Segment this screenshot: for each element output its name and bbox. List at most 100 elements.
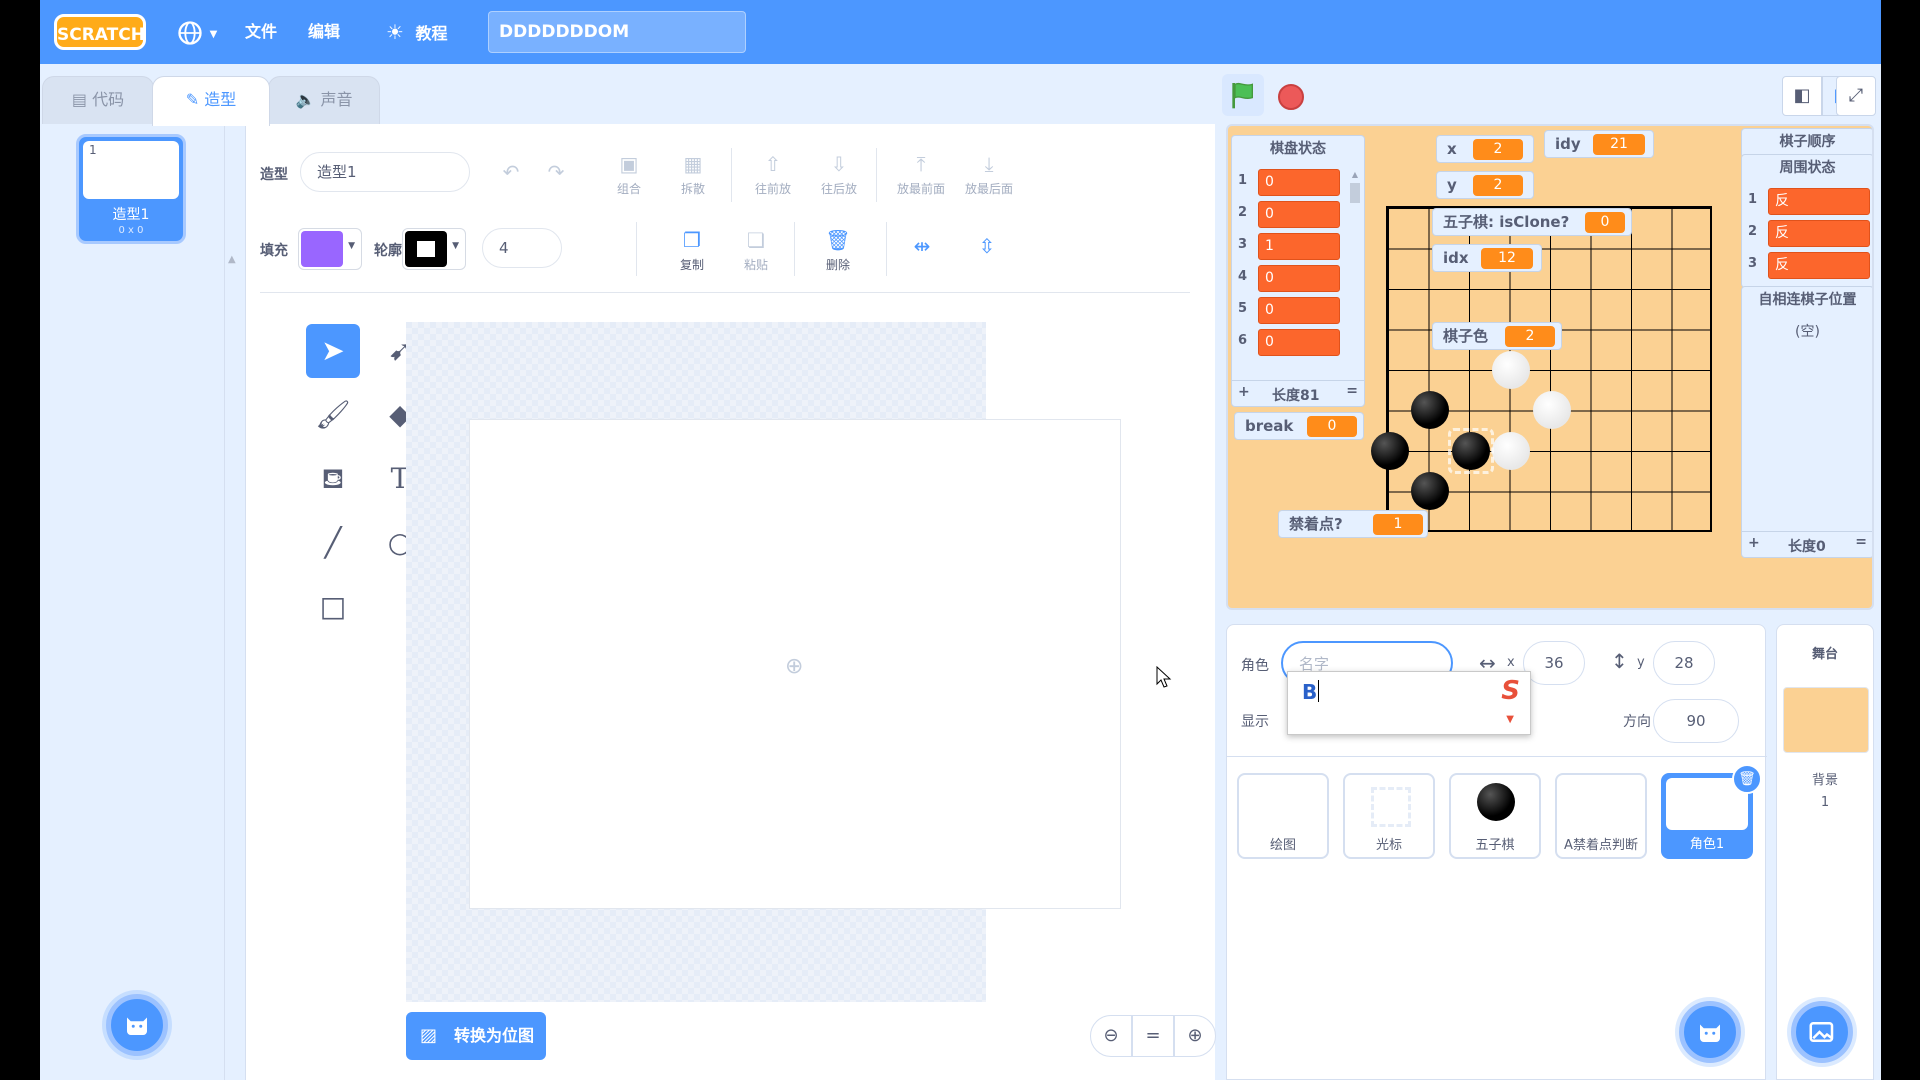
chevron-down-icon[interactable]: ▼ [1506,714,1514,725]
paint-canvas-area[interactable]: ⊕ [406,322,1121,1002]
outline-label: 轮廓 [374,243,402,259]
list-value[interactable]: 0 [1258,297,1340,324]
costume-name-input[interactable]: 造型1 [300,152,470,192]
resize-handle[interactable]: = [1346,383,1358,399]
green-flag-button[interactable] [1222,74,1264,116]
zoom-out-button[interactable]: ⊖ [1090,1015,1132,1057]
file-menu[interactable]: 文件 [245,0,277,64]
cat-add-icon [1700,1024,1720,1042]
var-monitor-forbidden: 禁着点? 1 [1278,510,1428,538]
var-monitor-idy: idy 21 [1544,130,1654,158]
sprite-tile[interactable]: 角色1 🗑 [1661,764,1762,859]
flip-horizontal-button[interactable]: ⇹ [897,234,947,262]
chevron-down-icon: ▼ [209,29,218,40]
tutorials-label: 教程 [415,24,448,43]
artboard[interactable]: ⊕ [469,419,1121,909]
front-icon: ⤒ [916,152,926,176]
rectangle-tool[interactable]: □ [306,580,360,634]
tutorials-menu[interactable]: ☀ 教程 [386,0,448,64]
var-value: 0 [1585,212,1625,233]
select-tool[interactable]: ➤ [306,324,360,378]
cursor-frame-icon [1371,787,1411,827]
scratch-editor: SCRATCH ▼ 文件 编辑 ☀ 教程 DDDDDDDOM ▤ 代码 ✎ 造型… [40,0,1881,1080]
list-value[interactable]: 0 [1258,265,1340,292]
backdrop-add-icon [1809,1022,1834,1042]
sprite-tile[interactable]: 绘图 [1237,773,1329,859]
y-input[interactable]: 28 [1653,641,1715,685]
add-item-button[interactable]: + [1238,384,1250,400]
copy-button[interactable]: ❐ 复制 [667,228,717,273]
fill-label: 填充 [260,243,288,259]
group-button[interactable]: ▣ 组合 [604,152,654,197]
costume-item[interactable]: 1 造型1 0 x 0 [76,134,186,244]
list-index: 3 [1748,256,1758,271]
list-value[interactable]: 1 [1258,233,1340,260]
backdrop-label: 背景 [1811,773,1838,788]
small-stage-button[interactable]: ◧ [1782,76,1822,116]
ungroup-button[interactable]: ▦ 拆散 [668,152,718,197]
var-label: y [1447,176,1457,194]
delete-sprite-button[interactable]: 🗑 [1732,764,1762,794]
stop-button[interactable] [1278,84,1304,110]
flip-vertical-button[interactable]: ⇳ [962,234,1012,262]
tab-code[interactable]: ▤ 代码 [42,76,154,124]
edit-menu[interactable]: 编辑 [308,0,340,64]
backdrop-count: 1 [1820,795,1830,810]
var-value: 0 [1307,416,1357,437]
backward-button[interactable]: ⇩ 往后放 [814,152,864,197]
list-monitor-surround: 周围状态 1反 2反 3反 [1741,154,1872,288]
small-stage-icon: ◧ [1793,85,1811,106]
resize-handle[interactable]: = [1855,534,1867,550]
convert-bitmap-button[interactable]: ▨ 转换为位图 [406,1012,546,1060]
outline-color-picker[interactable]: ▼ [402,228,466,270]
tab-costumes[interactable]: ✎ 造型 [152,76,270,126]
direction-input[interactable]: 90 [1653,699,1739,743]
language-menu[interactable]: ▼ [176,0,217,64]
paste-button[interactable]: ❏ 粘贴 [731,228,781,273]
list-value[interactable]: 0 [1258,169,1340,196]
var-value: 21 [1593,134,1645,155]
choose-costume-button[interactable] [106,994,168,1056]
zoom-reset-button[interactable]: = [1132,1015,1174,1057]
sprite-name: 五子棋 [1475,838,1515,853]
delete-button[interactable]: 🗑 删除 [813,228,863,273]
forward-icon: ⇧ [764,152,782,176]
scroll-up-arrow[interactable]: ▲ [228,254,236,265]
stage-selector[interactable]: 舞台 背景 1 [1776,624,1874,1080]
undo-icon: ↶ [502,160,520,184]
scratch-logo[interactable]: SCRATCH [54,14,146,50]
zoom-in-button[interactable]: ⊕ [1174,1015,1216,1057]
sprite-tile[interactable]: 五子棋 [1449,773,1541,859]
project-title-input[interactable]: DDDDDDDOM [488,11,746,53]
forward-button[interactable]: ⇧ 往前放 [748,152,798,197]
brush-tool[interactable]: 🖌 [306,388,360,442]
undo-button[interactable]: ↶ [486,160,536,188]
sprite-tile[interactable]: 光标 [1343,773,1435,859]
line-tool[interactable]: ╱ [306,516,360,570]
var-value: 2 [1473,175,1523,196]
front-button[interactable]: ⤒ 放最前面 [886,152,956,197]
fill-tool[interactable]: ⛾ [306,452,360,506]
list-value[interactable]: 0 [1258,329,1340,356]
tab-sounds[interactable]: 🔈 声音 [268,76,380,124]
redo-button[interactable]: ↷ [531,160,581,188]
outline-width-input[interactable]: 4 [482,228,562,268]
list-value[interactable]: 0 [1258,201,1340,228]
list-scrollbar[interactable]: ▲ [1350,170,1360,360]
sprite-tile[interactable]: A禁着点判断 [1555,773,1647,859]
fullscreen-button[interactable]: ⤢ [1836,76,1876,116]
direction-label: 方向 [1623,714,1651,730]
stage[interactable]: 棋盘状态 10 20 31 40 50 60 ▲ + 长度81 = x2 idy… [1226,124,1874,610]
list-value[interactable]: 反 [1768,252,1870,279]
stage-header: ◧ ◨ [1222,68,1872,122]
var-label: 禁着点? [1289,515,1343,533]
x-input[interactable]: 36 [1523,641,1585,685]
list-value[interactable]: 反 [1768,188,1870,215]
back-button[interactable]: ⤓ 放最后面 [954,152,1024,197]
list-value[interactable]: 反 [1768,220,1870,247]
fill-color-picker[interactable]: ▼ [298,228,362,270]
add-item-button[interactable]: + [1748,535,1760,551]
choose-sprite-button[interactable] [1679,1001,1741,1063]
ime-candidate-popup: B S ▼ [1287,671,1531,735]
choose-backdrop-button[interactable] [1791,1001,1853,1063]
